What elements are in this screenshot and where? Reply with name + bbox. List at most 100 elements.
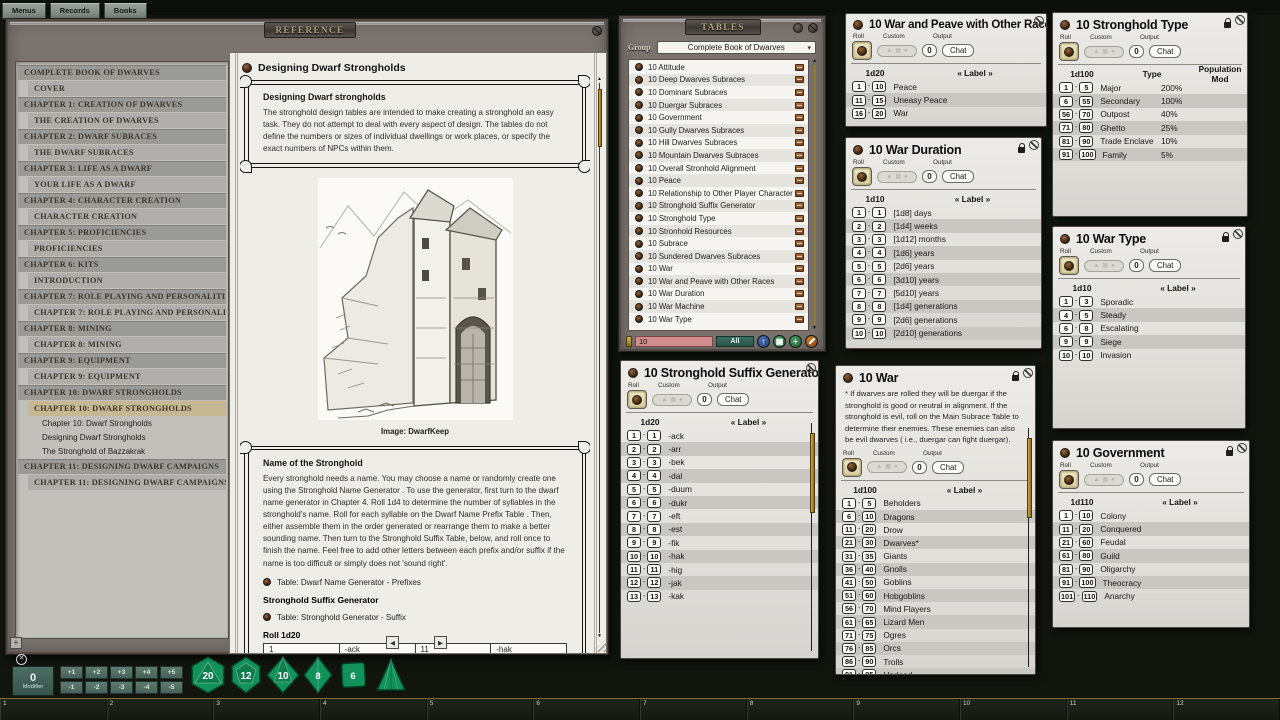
custom-dice-controls[interactable]: ▲▦● bbox=[652, 394, 692, 406]
hotkey-slot[interactable]: 6 bbox=[533, 699, 640, 720]
table-row[interactable]: 51-60Hobgoblins bbox=[836, 589, 1035, 602]
open-book-icon[interactable] bbox=[795, 190, 804, 197]
open-book-icon[interactable] bbox=[795, 228, 804, 235]
hotkey-slot[interactable]: 11 bbox=[1067, 699, 1174, 720]
table-row[interactable]: 4-4-dal bbox=[621, 469, 818, 482]
table-list-item[interactable]: 10 Dominant Subraces bbox=[629, 86, 808, 99]
sidebar-item[interactable]: CHAPTER 6: KITS bbox=[18, 257, 226, 272]
table-row[interactable]: 81-90Oligarchy bbox=[1053, 563, 1249, 576]
custom-dice-controls[interactable]: ▲▦● bbox=[1084, 46, 1124, 58]
hotkey-slot[interactable]: 12 bbox=[1173, 699, 1280, 720]
table-row[interactable]: 61-65Lizard Men bbox=[836, 615, 1035, 628]
modifier-button[interactable]: 0 bbox=[912, 461, 927, 474]
table-list-item[interactable]: 10 Deep Dwarves Subraces bbox=[629, 74, 808, 87]
modifier-step-button[interactable]: +1 bbox=[60, 666, 83, 679]
close-icon[interactable] bbox=[1029, 140, 1039, 150]
tab-notes[interactable]: Notes bbox=[1041, 254, 1051, 286]
tab-main[interactable]: Main bbox=[818, 417, 828, 449]
table-list-item[interactable]: 10 Stronghold Suffix Generator bbox=[629, 200, 808, 213]
open-book-icon[interactable] bbox=[795, 303, 804, 310]
sidebar-item[interactable]: CHAPTER 8: MINING bbox=[18, 321, 226, 336]
table-row[interactable]: 1-10Colony bbox=[1053, 509, 1249, 522]
window-titlebar[interactable]: 10 War Type bbox=[1053, 227, 1245, 247]
table-row[interactable]: 21-30Dwarves* bbox=[836, 536, 1035, 549]
sidebar-item[interactable]: CHAPTER 1: CREATION OF DWARVES bbox=[18, 97, 226, 112]
expand-icon[interactable]: + bbox=[10, 637, 22, 649]
sidebar-item[interactable]: CHAPTER 2: DWARF SUBRACES bbox=[18, 129, 226, 144]
roll-dice-button[interactable] bbox=[852, 41, 872, 60]
chat-output-button[interactable]: Chat bbox=[1149, 259, 1181, 272]
open-book-icon[interactable] bbox=[795, 265, 804, 272]
hotkey-slot[interactable]: 9 bbox=[853, 699, 960, 720]
table-row[interactable]: 1-5Major200% bbox=[1053, 81, 1247, 94]
table-row[interactable]: 13-13-kak bbox=[621, 590, 818, 603]
hotkey-slot[interactable]: 10 bbox=[960, 699, 1067, 720]
open-book-icon[interactable] bbox=[795, 177, 804, 184]
table-row[interactable]: 3-3-bek bbox=[621, 456, 818, 469]
sidebar-item[interactable]: CHAPTER 9: EQUIPMENT bbox=[28, 369, 226, 384]
tab-main[interactable]: Main bbox=[1041, 194, 1051, 226]
close-icon[interactable] bbox=[806, 363, 816, 373]
roll-dice-button[interactable] bbox=[627, 390, 647, 409]
table-row[interactable]: 2-2[1d4] weeks bbox=[846, 219, 1041, 232]
window-titlebar[interactable]: 10 Stronghold Type bbox=[1053, 13, 1247, 33]
modifier-button[interactable]: 0 bbox=[1129, 259, 1144, 272]
sidebar-item[interactable]: CHAPTER 10: DWARF STRONGHOLDS bbox=[18, 385, 226, 400]
tab-notes[interactable]: Notes bbox=[818, 477, 828, 509]
tab-main[interactable]: Main bbox=[1249, 497, 1259, 529]
scroll-up-icon[interactable]: ▲ bbox=[811, 59, 818, 64]
table-list-item[interactable]: 10 Stronghold Type bbox=[629, 212, 808, 225]
table-list-item[interactable]: 10 War and Peave with Other Races bbox=[629, 275, 808, 288]
sidebar-item[interactable]: CHAPTER 10: DWARF STRONGHOLDS bbox=[28, 401, 226, 416]
table-list-item[interactable]: 10 War Type bbox=[629, 313, 808, 326]
open-book-icon[interactable] bbox=[795, 165, 804, 172]
all-filter-button[interactable]: All bbox=[716, 336, 754, 347]
modifier-step-button[interactable]: -5 bbox=[160, 681, 183, 694]
modifier-reset-icon[interactable]: ✕ bbox=[16, 654, 27, 665]
modifier-button[interactable]: 0 bbox=[922, 44, 937, 57]
table-list-item[interactable]: 10 Attitude bbox=[629, 61, 808, 74]
window-titlebar[interactable]: 10 War bbox=[836, 366, 1035, 386]
table-list-item[interactable]: 10 Hill Dwarves Subraces bbox=[629, 137, 808, 150]
hotkey-slot[interactable]: 5 bbox=[427, 699, 534, 720]
chat-output-button[interactable]: Chat bbox=[942, 170, 974, 183]
hotkey-slot[interactable]: 7 bbox=[640, 699, 747, 720]
open-book-icon[interactable] bbox=[795, 152, 804, 159]
table-list-item[interactable]: 10 Gully Dwarves Subraces bbox=[629, 124, 808, 137]
table-row[interactable]: 10-10-hak bbox=[621, 550, 818, 563]
table-row[interactable]: 11-11-hig bbox=[621, 563, 818, 576]
sidebar-item[interactable]: CHAPTER 11: DESIGNING DWARF CAMPAIGNS bbox=[28, 475, 226, 490]
modifier-step-button[interactable]: -1 bbox=[60, 681, 83, 694]
table-row[interactable]: 1-1[1d8] days bbox=[846, 206, 1041, 219]
roll-dice-button[interactable] bbox=[1059, 256, 1079, 275]
modifier-step-button[interactable]: +4 bbox=[135, 666, 158, 679]
table-row[interactable]: 9-9Siege bbox=[1053, 335, 1245, 348]
reference-window-title[interactable]: REFERENCE bbox=[264, 22, 356, 38]
table-row[interactable]: 9-9-fik bbox=[621, 536, 818, 549]
search-input[interactable] bbox=[635, 336, 713, 347]
table-link[interactable]: Table: Dwarf Name Generator - Prefixes bbox=[263, 578, 567, 587]
window-titlebar[interactable]: 10 Stronghold Suffix Generator bbox=[621, 361, 818, 381]
sidebar-item[interactable]: PROFICIENCIES bbox=[28, 241, 226, 256]
sidebar-item[interactable]: YOUR LIFE AS A DWARF bbox=[28, 177, 226, 192]
open-book-icon[interactable] bbox=[795, 278, 804, 285]
modifier-step-button[interactable]: +5 bbox=[160, 666, 183, 679]
sidebar-item[interactable]: Designing Dwarf Strongholds bbox=[36, 431, 226, 444]
open-book-icon[interactable] bbox=[795, 316, 804, 323]
sidebar-item[interactable]: CHAPTER 5: PROFICIENCIES bbox=[18, 225, 226, 240]
menu-button[interactable]: Books bbox=[104, 3, 147, 19]
d12-die[interactable]: 12 bbox=[228, 656, 264, 694]
modifier-button[interactable]: 0 bbox=[1129, 45, 1144, 58]
scroll-top-button[interactable]: ↑ bbox=[757, 335, 770, 348]
previous-page-button[interactable]: ◀ bbox=[386, 636, 399, 649]
table-row[interactable]: 31-35Giants bbox=[836, 549, 1035, 562]
table-row[interactable]: 1-10Peace bbox=[846, 80, 1046, 93]
table-row[interactable]: 61-80Guild bbox=[1053, 549, 1249, 562]
roll-dice-button[interactable] bbox=[1059, 470, 1079, 489]
roll-dice-button[interactable] bbox=[842, 458, 862, 477]
pin-icon[interactable] bbox=[793, 23, 803, 33]
lock-icon[interactable] bbox=[1224, 22, 1231, 28]
table-list-item[interactable]: 10 Stronhold Resources bbox=[629, 225, 808, 238]
table-row[interactable]: 36-40Gnolls bbox=[836, 563, 1035, 576]
edit-button[interactable] bbox=[805, 335, 818, 348]
